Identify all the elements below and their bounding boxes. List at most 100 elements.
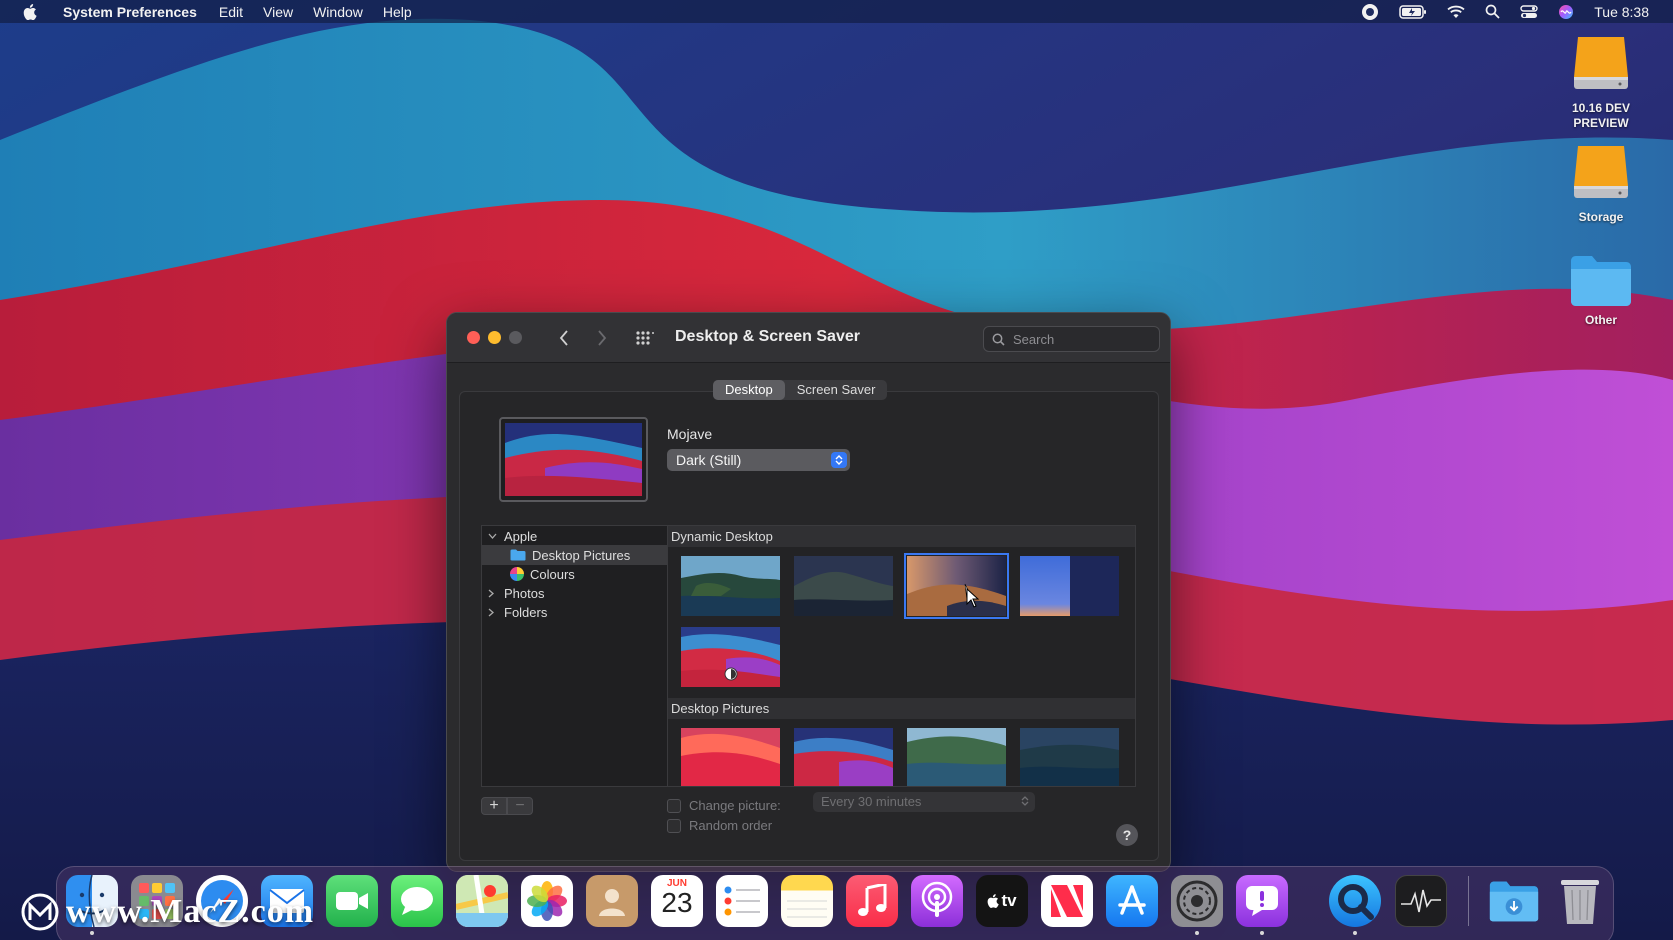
thumb-big-sur-light[interactable] [681, 728, 780, 786]
app-store-icon[interactable] [1106, 875, 1158, 927]
photos-icon[interactable] [521, 875, 573, 927]
apple-tv-icon[interactable]: tv [976, 875, 1028, 927]
source-label: Apple [504, 528, 538, 544]
menu-help[interactable]: Help [383, 4, 412, 20]
thumb-big-sur-dark[interactable] [794, 728, 893, 786]
messages-icon[interactable] [391, 875, 443, 927]
grid-icon [636, 331, 654, 345]
news-icon[interactable] [1041, 875, 1093, 927]
source-label: Desktop Pictures [532, 547, 631, 563]
system-preferences-icon[interactable] [1171, 875, 1223, 927]
notes-icon[interactable] [781, 875, 833, 927]
calendar-icon[interactable]: JUN 23 [651, 875, 703, 927]
watermark-text: www.MacZ.com [66, 893, 315, 930]
menu-window[interactable]: Window [313, 4, 363, 20]
menu-view[interactable]: View [263, 4, 293, 20]
maps-icon[interactable] [456, 875, 508, 927]
popup-arrows-icon [1021, 794, 1029, 814]
control-center-icon[interactable] [1520, 4, 1538, 19]
appearance-value: Dark (Still) [676, 452, 742, 468]
show-all-button[interactable] [634, 327, 656, 349]
source-label: Folders [504, 604, 548, 620]
forward-button[interactable] [591, 327, 613, 349]
running-indicator [1260, 931, 1264, 935]
folder-icon [1571, 256, 1631, 306]
menu-app-name[interactable]: System Preferences [63, 4, 197, 20]
spotlight-icon[interactable] [1485, 4, 1500, 19]
change-picture-option[interactable]: Change picture: [667, 798, 781, 813]
color-wheel-icon [510, 567, 524, 581]
activity-monitor-icon[interactable] [1395, 875, 1447, 927]
thumb-catalina-island[interactable] [794, 556, 893, 616]
menu-edit[interactable]: Edit [219, 4, 243, 20]
thumb-mojave-dunes[interactable] [904, 553, 1009, 619]
search-field[interactable] [983, 326, 1160, 352]
thumb-solar-gradient[interactable] [1020, 556, 1119, 616]
window-title: Desktop & Screen Saver [675, 328, 860, 345]
chevron-right-icon [488, 608, 498, 617]
mouse-cursor-icon [966, 588, 980, 608]
change-picture-label: Change picture: [689, 798, 781, 813]
close-button[interactable] [467, 331, 480, 344]
add-folder-button[interactable]: + [481, 797, 507, 815]
running-indicator [1195, 931, 1199, 935]
source-list: Apple Desktop Pictures Colours Photos Fo… [481, 525, 668, 787]
window-titlebar: Desktop & Screen Saver [447, 313, 1170, 363]
music-icon[interactable] [846, 875, 898, 927]
search-icon [992, 333, 1005, 346]
appearance-popup[interactable]: Dark (Still) [667, 449, 850, 471]
back-button[interactable] [553, 327, 575, 349]
apple-menu-icon[interactable] [23, 3, 45, 20]
source-apple-group[interactable]: Apple [482, 526, 668, 546]
help-button[interactable]: ? [1116, 824, 1138, 846]
menu-clock[interactable]: Tue 8:38 [1594, 4, 1649, 20]
desktop-screen-saver-window: Desktop & Screen Saver Desktop Screen Sa… [446, 312, 1171, 872]
random-order-checkbox[interactable] [667, 818, 681, 833]
reminders-icon[interactable] [716, 875, 768, 927]
minimize-button[interactable] [488, 331, 501, 344]
desktop-drive-storage[interactable]: Storage [1546, 142, 1656, 225]
chevron-right-icon [488, 589, 498, 598]
status-area: Tue 8:38 [1361, 0, 1673, 23]
wifi-icon[interactable] [1447, 5, 1465, 19]
downloads-folder-icon[interactable] [1488, 875, 1540, 927]
thumb-big-sur-dynamic[interactable] [681, 627, 780, 687]
wallpaper-preview [499, 417, 648, 502]
source-label: Photos [504, 585, 545, 601]
desktop-icon-label: Storage [1578, 210, 1624, 224]
thumb-big-sur-coast[interactable] [681, 556, 780, 616]
plus-icon: + [489, 797, 499, 814]
source-desktop-pictures[interactable]: Desktop Pictures [482, 545, 668, 565]
feedback-assistant-icon[interactable] [1236, 875, 1288, 927]
quicktime-icon[interactable] [1329, 875, 1381, 927]
tab-screen-saver[interactable]: Screen Saver [785, 380, 888, 400]
source-colours[interactable]: Colours [482, 564, 668, 584]
zoom-button[interactable] [509, 331, 522, 344]
source-photos[interactable]: Photos [482, 583, 668, 603]
interval-popup[interactable]: Every 30 minutes [813, 792, 1035, 812]
contacts-icon[interactable] [586, 875, 638, 927]
siri-icon[interactable] [1558, 4, 1574, 20]
remove-folder-button[interactable]: − [507, 797, 533, 815]
tab-desktop[interactable]: Desktop [713, 380, 785, 400]
trash-icon[interactable] [1554, 875, 1606, 927]
facetime-icon[interactable] [326, 875, 378, 927]
desktop-drive-dev-preview[interactable]: 10.16 DEV PREVIEW [1546, 33, 1656, 131]
screen-record-icon[interactable] [1361, 3, 1379, 21]
source-folders[interactable]: Folders [482, 602, 668, 622]
desktop-icon-label: Other [1584, 313, 1617, 327]
search-input[interactable] [1013, 331, 1153, 347]
thumb-coast-day[interactable] [907, 728, 1006, 786]
random-order-option[interactable]: Random order [667, 818, 772, 833]
desktop-folder-other[interactable]: Other [1546, 253, 1656, 328]
change-picture-checkbox[interactable] [667, 798, 681, 813]
thumb-coast-night[interactable] [1020, 728, 1119, 786]
chevron-down-icon [488, 533, 498, 539]
interval-value: Every 30 minutes [821, 794, 922, 809]
calendar-day: 23 [661, 887, 693, 918]
battery-icon[interactable] [1399, 4, 1427, 19]
podcasts-icon[interactable] [911, 875, 963, 927]
external-drive-icon [1574, 146, 1628, 198]
random-order-label: Random order [689, 818, 773, 833]
running-indicator [1353, 931, 1357, 935]
